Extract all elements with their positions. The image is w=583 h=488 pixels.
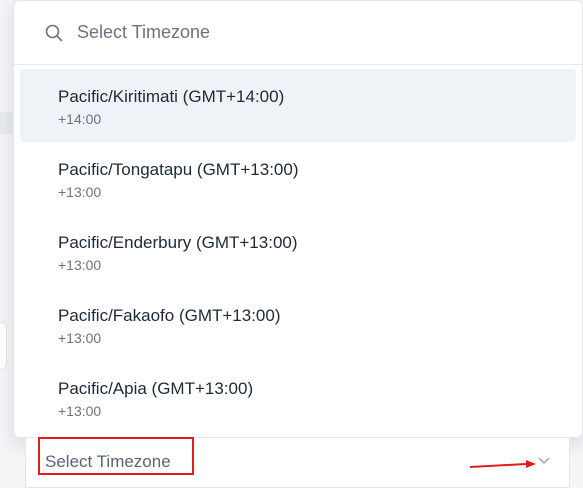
timezone-option-offset: +13:00 — [58, 403, 102, 419]
timezone-options-list: Pacific/Kiritimati (GMT+14:00) +14:00 Pa… — [14, 69, 582, 434]
background-card — [0, 322, 7, 370]
search-icon — [45, 24, 63, 42]
background-divider — [0, 112, 13, 134]
timezone-option-title: Pacific/Kiritimati (GMT+14:00) — [58, 87, 285, 106]
arrow-right-icon — [469, 460, 536, 468]
chevron-down-icon[interactable] — [537, 456, 551, 466]
search-row — [14, 1, 582, 65]
timezone-option[interactable]: Pacific/Apia (GMT+13:00) +13:00 — [20, 361, 576, 434]
timezone-option-offset: +13:00 — [58, 330, 102, 346]
timezone-option-title: Pacific/Apia (GMT+13:00) — [58, 379, 254, 398]
timezone-dropdown: Pacific/Kiritimati (GMT+14:00) +14:00 Pa… — [13, 0, 583, 438]
timezone-option-offset: +14:00 — [58, 111, 102, 127]
timezone-search-input[interactable] — [75, 21, 495, 44]
timezone-option-offset: +13:00 — [58, 257, 102, 273]
timezone-option[interactable]: Pacific/Enderbury (GMT+13:00) +13:00 — [20, 215, 576, 288]
timezone-option[interactable]: Pacific/Kiritimati (GMT+14:00) +14:00 — [20, 69, 576, 142]
timezone-option[interactable]: Pacific/Fakaofo (GMT+13:00) +13:00 — [20, 288, 576, 361]
timezone-select-placeholder: Select Timezone — [45, 452, 171, 471]
timezone-option-offset: +13:00 — [58, 184, 102, 200]
timezone-option-title: Pacific/Fakaofo (GMT+13:00) — [58, 306, 281, 325]
timezone-option[interactable]: Pacific/Tongatapu (GMT+13:00) +13:00 — [20, 142, 576, 215]
timezone-option-title: Pacific/Tongatapu (GMT+13:00) — [58, 160, 299, 179]
timezone-option-title: Pacific/Enderbury (GMT+13:00) — [58, 233, 298, 252]
